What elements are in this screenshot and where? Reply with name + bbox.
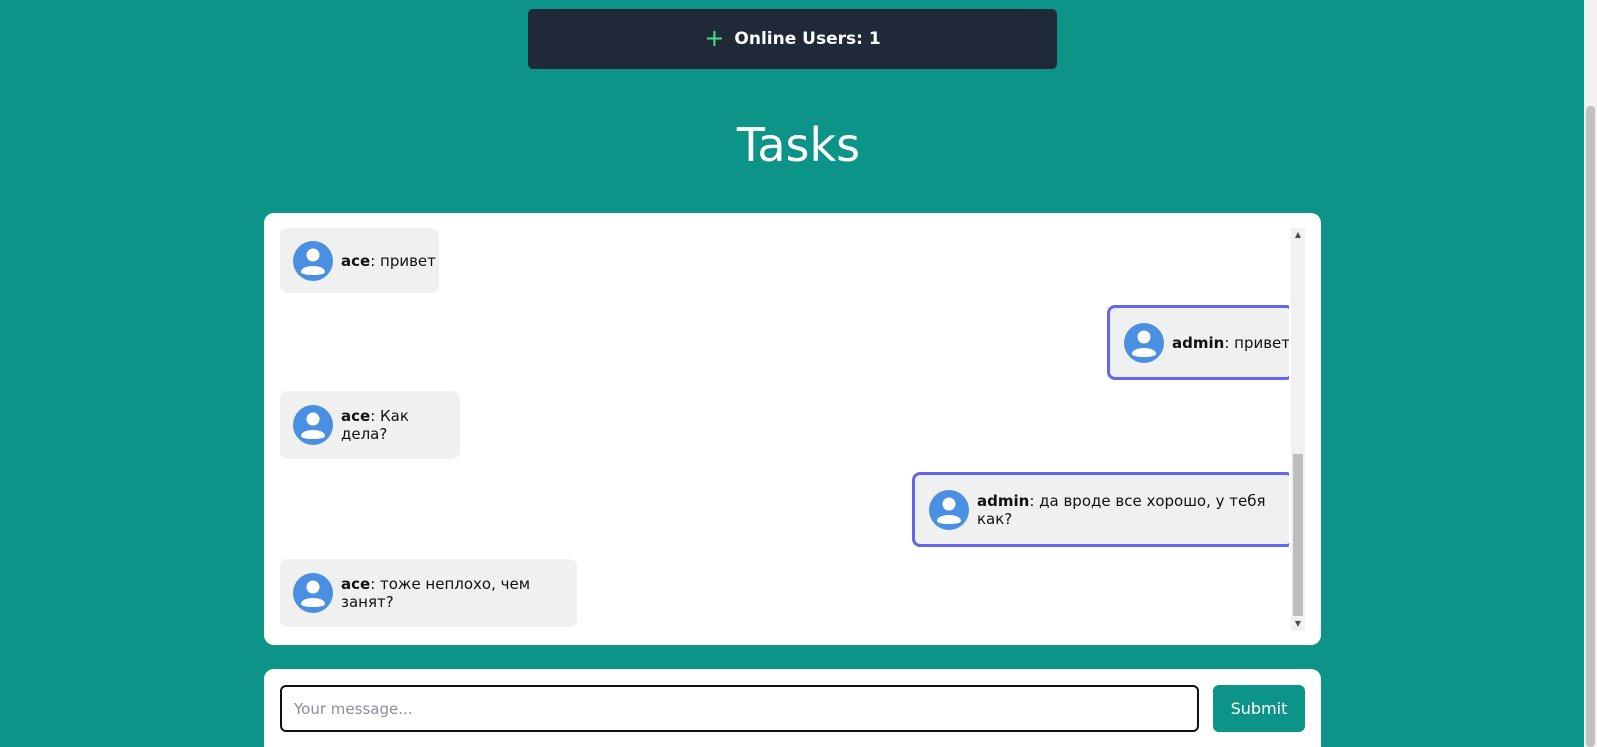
user-avatar-icon (293, 405, 333, 445)
message-text: ace: тоже неплохо, чем занят? (341, 575, 577, 611)
message-text: admin: да вроде все хорошо, у тебя как? (977, 492, 1289, 528)
chat-panel: ace: привет admin: привет ace: Как дела?… (264, 213, 1321, 645)
chat-messages[interactable]: ace: привет admin: привет ace: Как дела?… (280, 228, 1289, 631)
message-username: admin (1172, 333, 1225, 352)
message-text: ace: Как дела? (341, 407, 460, 443)
message-username: ace (341, 407, 371, 425)
online-users-label: Online Users: 1 (734, 29, 881, 49)
online-users-button[interactable]: + Online Users: 1 (528, 9, 1057, 69)
chat-scroll-thumb[interactable] (1293, 454, 1303, 616)
message-username: admin (977, 491, 1030, 510)
message-text: admin: привет (1172, 334, 1289, 352)
chat-message: ace: тоже неплохо, чем занят? (280, 559, 577, 627)
user-avatar-icon (929, 489, 969, 530)
user-avatar-icon (293, 240, 333, 281)
message-body: : привет (1224, 333, 1289, 352)
message-text: ace: привет (341, 252, 436, 270)
message-username: ace (341, 251, 371, 270)
composer-panel: Submit (264, 669, 1321, 747)
user-avatar-icon (1124, 322, 1164, 363)
scroll-down-arrow-icon[interactable]: ▼ (1291, 617, 1305, 631)
chat-message-own: admin: привет (1107, 305, 1289, 380)
chat-message: ace: Как дела? (280, 391, 460, 459)
chat-message-own: admin: да вроде все хорошо, у тебя как? (912, 472, 1289, 547)
chat-message: ace: привет (280, 228, 439, 293)
plus-icon: + (704, 24, 725, 52)
message-input[interactable] (280, 685, 1199, 732)
message-body: : тоже неплохо, чем занят? (341, 575, 531, 611)
page-scrollbar[interactable] (1584, 0, 1597, 747)
scroll-up-arrow-icon[interactable]: ▲ (1291, 228, 1305, 242)
page-title: Tasks (736, 118, 861, 172)
page-scroll-thumb[interactable] (1586, 106, 1595, 747)
chat-scrollbar[interactable]: ▲ ▼ (1291, 228, 1305, 631)
message-username: ace (341, 575, 371, 593)
submit-button[interactable]: Submit (1213, 685, 1305, 732)
page: + Online Users: 1 Tasks ace: привет admi… (0, 0, 1597, 747)
user-avatar-icon (293, 573, 333, 613)
message-body: : привет (370, 251, 436, 270)
